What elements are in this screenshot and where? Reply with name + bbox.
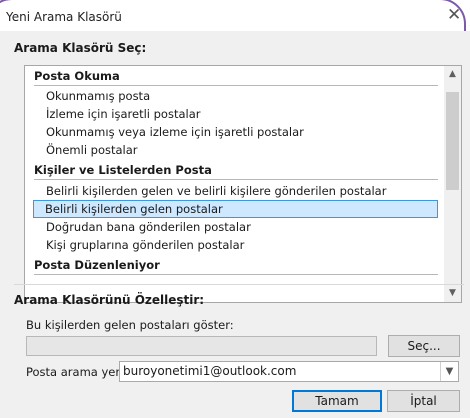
show-from-label: Bu kişilerden gelen postaları göster: [26, 318, 234, 332]
scroll-thumb[interactable] [446, 92, 459, 190]
group-divider [34, 274, 438, 275]
show-from-field[interactable] [26, 336, 377, 356]
list-item[interactable]: Okunmamış posta [34, 87, 438, 105]
group-divider [34, 85, 438, 86]
search-in-value: buroyonetimi1@outlook.com [123, 364, 297, 378]
list-group-header: Posta Düzenleniyor [34, 258, 160, 272]
choose-button[interactable]: Seç... [388, 335, 460, 357]
cancel-button[interactable]: İptal [387, 390, 460, 412]
ok-button[interactable]: Tamam [292, 390, 382, 412]
scroll-up-icon[interactable]: ▲ [444, 66, 461, 83]
list-item-selected[interactable]: Belirli kişilerden gelen postalar [33, 200, 438, 218]
dialog-body: Arama Klasörü Seç: Posta Okuma Okunmamış… [0, 31, 470, 418]
window-title: Yeni Arama Klasörü [6, 10, 122, 24]
list-scrollbar[interactable]: ▲ ▼ [444, 66, 461, 302]
search-in-label: Posta arama yeri: [26, 365, 128, 379]
list-item[interactable]: İzleme için işaretli postalar [34, 105, 438, 123]
list-item[interactable]: Okunmamış veya izleme için işaretli post… [34, 123, 438, 141]
scroll-down-icon[interactable]: ▼ [444, 285, 461, 302]
list-item[interactable]: Kişi gruplarına gönderilen postalar [34, 236, 438, 254]
list-group-header: Posta Okuma [34, 69, 120, 83]
customize-section-label: Arama Klasörünü Özelleştir: [14, 293, 205, 307]
list-item[interactable]: Önemli postalar [34, 141, 438, 159]
search-folder-list[interactable]: Posta Okuma Okunmamış posta İzleme için … [24, 65, 462, 303]
list-item[interactable]: Doğrudan bana gönderilen postalar [34, 218, 438, 236]
list-item[interactable]: Belirli kişilerden gelen ve belirli kişi… [34, 182, 438, 200]
chevron-down-icon[interactable]: ▼ [440, 362, 458, 381]
select-section-label: Arama Klasörü Seç: [14, 41, 147, 55]
search-in-select[interactable]: buroyonetimi1@outlook.com ▼ [119, 361, 459, 382]
list-group-header: Kişiler ve Listelerden Posta [34, 163, 212, 177]
close-icon[interactable]: ✕ [447, 5, 461, 25]
group-divider [34, 179, 438, 180]
section-divider [14, 284, 464, 285]
